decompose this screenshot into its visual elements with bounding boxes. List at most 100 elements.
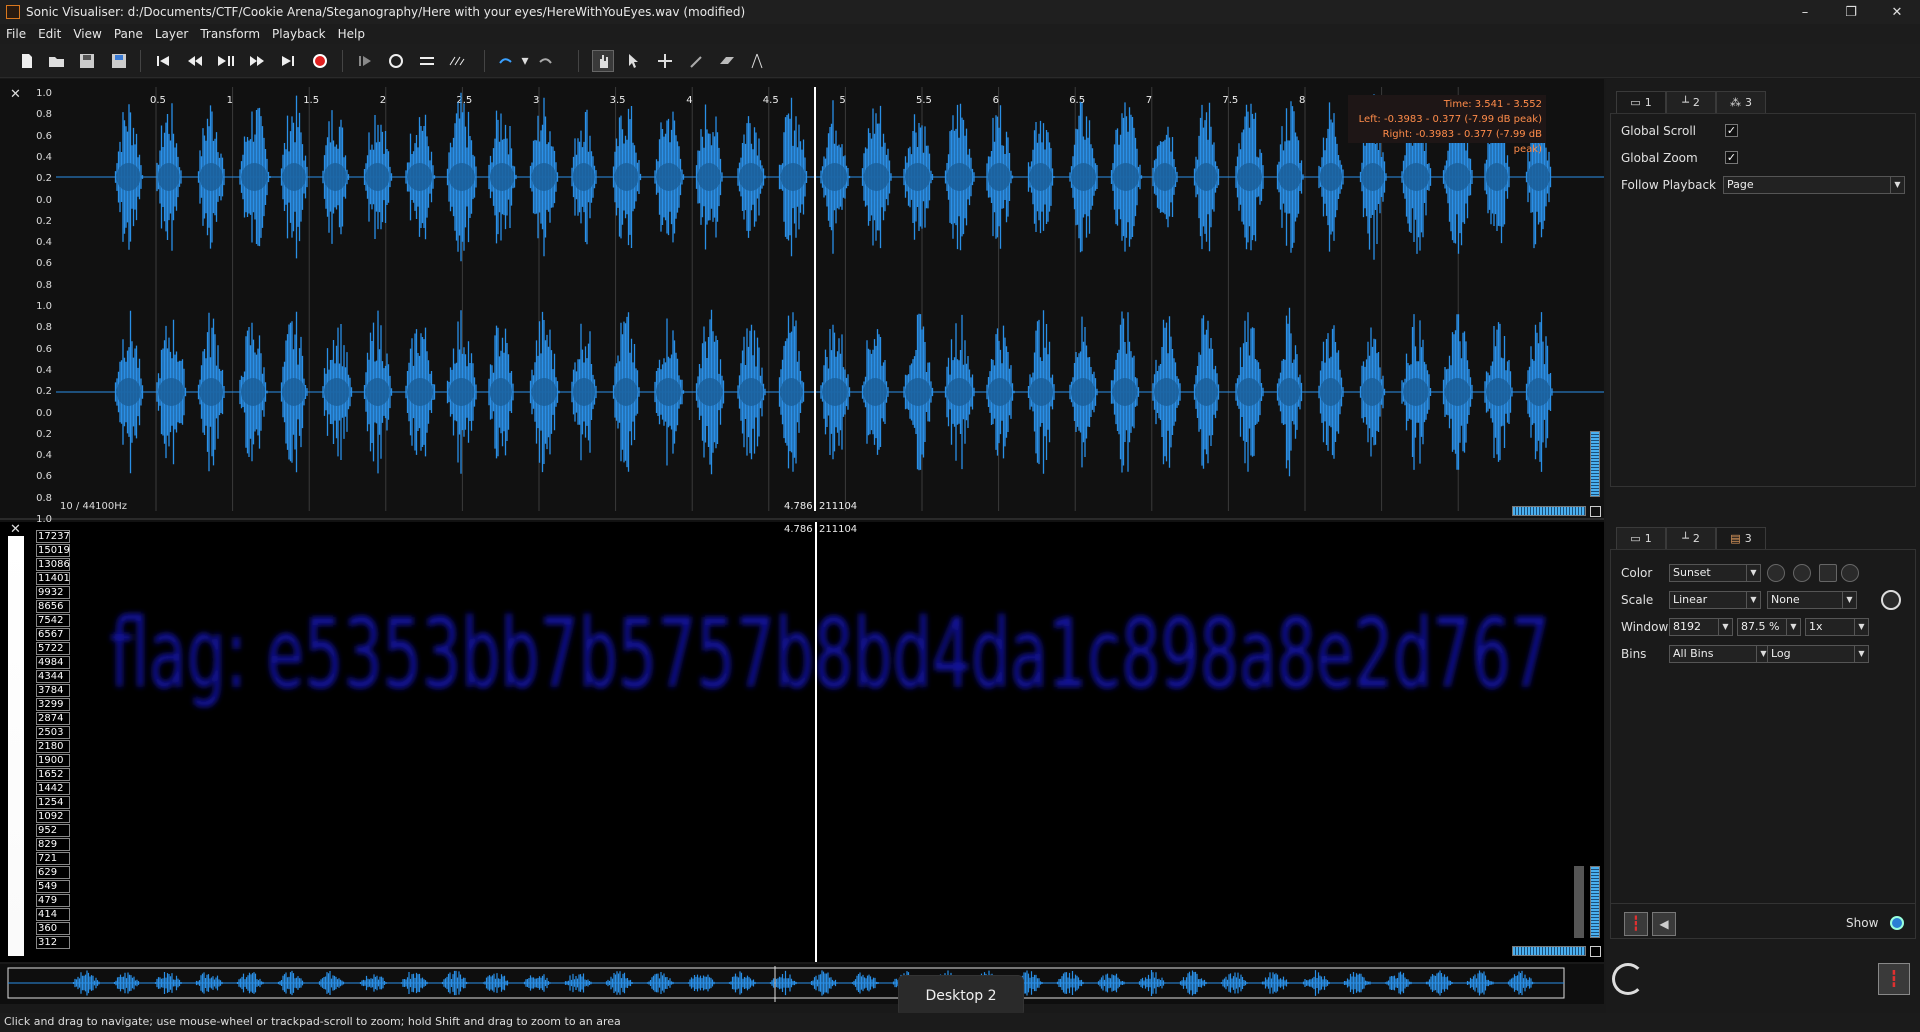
global-zoom-checkbox[interactable]: ✓: [1725, 151, 1738, 164]
time-tick-label: 4: [686, 95, 692, 106]
info-right: Right: -0.3983 - 0.377 (-7.99 dB peak): [1382, 129, 1542, 155]
time-tick-label: 7: [1146, 95, 1152, 106]
waveform-pane[interactable]: ✕ 1.0 0.8 0.6 0.4 0.2 0.0 0.2 0.4 0.6 0.8 1.0 0.8 0.…: [0, 79, 1604, 525]
follow-playback-label: Follow Playback: [1621, 178, 1716, 192]
waveform-rms: [365, 378, 390, 406]
oversampling-select[interactable]: 1x ▼: [1805, 618, 1869, 636]
erase-icon[interactable]: [716, 50, 738, 72]
menu-edit[interactable]: Edit: [32, 27, 67, 41]
global-scroll-label: Global Scroll: [1621, 124, 1696, 138]
tab-spectrogram-3[interactable]: ▤ 3: [1716, 527, 1766, 549]
undo-menu-chevron-down-icon[interactable]: ▾: [514, 50, 536, 72]
close-pane-icon[interactable]: ✕: [10, 87, 21, 102]
menu-file[interactable]: File: [0, 27, 32, 41]
waveform-rms: [1403, 163, 1430, 191]
play-parameters-icon[interactable]: ┇: [1624, 912, 1648, 936]
tab-pane-1[interactable]: ▭ 1: [1616, 91, 1666, 113]
bins-select[interactable]: All Bins ▼: [1669, 645, 1771, 663]
frequency-label: 4984: [36, 656, 70, 669]
record-icon[interactable]: [309, 50, 331, 72]
overview-burst: [564, 973, 592, 993]
menu-view[interactable]: View: [67, 27, 107, 41]
waveform-rms: [572, 378, 596, 406]
tab-ruler-2[interactable]: ┴ 2: [1666, 91, 1716, 113]
menu-transform[interactable]: Transform: [194, 27, 266, 41]
gain-knob[interactable]: [1841, 564, 1859, 582]
overview-navigator[interactable]: [0, 964, 1604, 1004]
window-overlap-select[interactable]: 87.5 % ▼: [1737, 618, 1801, 636]
gain-dial-icon[interactable]: [1881, 590, 1901, 610]
draw-pencil-icon[interactable]: [685, 50, 707, 72]
waveform-rms: [448, 163, 475, 191]
spectrogram-view[interactable]: flag: e5353bb7b5757b8bd4da1c898a8e2d767: [82, 522, 1604, 962]
rewind-start-icon[interactable]: [152, 50, 174, 72]
waveform-rms: [697, 378, 723, 406]
skip-end-icon[interactable]: [277, 50, 299, 72]
close-window-button[interactable]: ✕: [1874, 0, 1920, 24]
speaker-icon[interactable]: ◀: [1652, 912, 1676, 936]
spectrogram-icon: ▤: [1730, 532, 1741, 545]
tab-pane-1[interactable]: ▭ 1: [1616, 527, 1666, 549]
hidden-flag-text: flag: e5353bb7b5757b8bd4da1c898a8e2d767: [110, 598, 1550, 710]
new-file-icon[interactable]: [16, 50, 38, 72]
menu-playback[interactable]: Playback: [266, 27, 332, 41]
spectrogram-pane[interactable]: ✕ 17237 15019 13086 11401 9932 8656 7542 6567 57…: [0, 522, 1604, 962]
save-as-icon[interactable]: [108, 50, 130, 72]
align-icon[interactable]: [446, 50, 468, 72]
save-icon[interactable]: [76, 50, 98, 72]
overview-burst: [441, 970, 469, 996]
zoom-reset-button[interactable]: [1590, 946, 1601, 957]
move-cross-icon[interactable]: [654, 50, 676, 72]
playback-speed-dial-icon[interactable]: [1612, 963, 1644, 995]
maximize-button[interactable]: ❐: [1828, 0, 1874, 24]
waveform-rms: [822, 163, 848, 191]
sample-rate-label: 10 / 44100Hz: [60, 501, 128, 512]
open-file-icon[interactable]: [46, 50, 68, 72]
waveform-rms: [282, 163, 306, 191]
tab-ruler-2[interactable]: ┴ 2: [1666, 527, 1716, 549]
measure-icon[interactable]: [746, 50, 768, 72]
redo-icon[interactable]: [535, 50, 557, 72]
menu-layer[interactable]: Layer: [149, 27, 194, 41]
play-selection-icon[interactable]: [354, 50, 376, 72]
undo-icon[interactable]: [494, 50, 516, 72]
play-pause-icon[interactable]: [215, 50, 237, 72]
fast-forward-icon[interactable]: [246, 50, 268, 72]
minimize-button[interactable]: –: [1782, 0, 1828, 24]
menu-pane[interactable]: Pane: [108, 27, 149, 41]
overview-burst: [769, 970, 797, 996]
title-bar: Sonic Visualiser: d:/Documents/CTF/Cooki…: [0, 0, 1920, 24]
select-arrow-icon[interactable]: [622, 50, 644, 72]
horizontal-zoom-thumbwheel[interactable]: [1512, 506, 1586, 516]
window-size-select[interactable]: 8192 ▼: [1669, 618, 1733, 636]
playback-settings-icon[interactable]: ┇: [1878, 963, 1910, 995]
bin-scale-select[interactable]: Log ▼: [1767, 645, 1869, 663]
gain-slider[interactable]: [1574, 866, 1584, 938]
global-scroll-checkbox[interactable]: ✓: [1725, 124, 1738, 137]
color-rotate-knob[interactable]: [1767, 564, 1785, 582]
loop-icon[interactable]: [385, 50, 407, 72]
show-layer-toggle[interactable]: [1890, 916, 1904, 930]
color-map-select[interactable]: Sunset ▼: [1669, 564, 1761, 582]
follow-playback-select[interactable]: Page ▼: [1723, 176, 1905, 194]
normalization-select[interactable]: None ▼: [1767, 591, 1857, 609]
solo-icon[interactable]: [416, 50, 438, 72]
zoom-reset-button[interactable]: [1590, 506, 1601, 517]
rewind-icon[interactable]: [184, 50, 206, 72]
overview-burst: [1056, 970, 1084, 996]
scale-select[interactable]: Linear ▼: [1669, 591, 1761, 609]
tab-waveform-3[interactable]: ⁂ 3: [1716, 91, 1766, 113]
waveform-rms: [1361, 378, 1383, 406]
threshold-knob[interactable]: [1793, 564, 1811, 582]
time-tick-label: 8: [1299, 95, 1305, 106]
y-tick-label: 0.2: [36, 386, 52, 398]
vertical-zoom-thumbwheel[interactable]: [1590, 431, 1600, 497]
main-area: ✕ 1.0 0.8 0.6 0.4 0.2 0.0 0.2 0.4 0.6 0.8 1.0 0.8 0.…: [0, 79, 1604, 962]
waveform-rms: [240, 378, 266, 406]
vertical-zoom-thumbwheel[interactable]: [1590, 866, 1600, 938]
invert-color-button[interactable]: [1819, 564, 1837, 582]
close-pane-icon[interactable]: ✕: [10, 522, 21, 537]
menu-help[interactable]: Help: [332, 27, 371, 41]
navigate-hand-icon[interactable]: [592, 50, 614, 72]
horizontal-zoom-thumbwheel[interactable]: [1512, 946, 1586, 956]
